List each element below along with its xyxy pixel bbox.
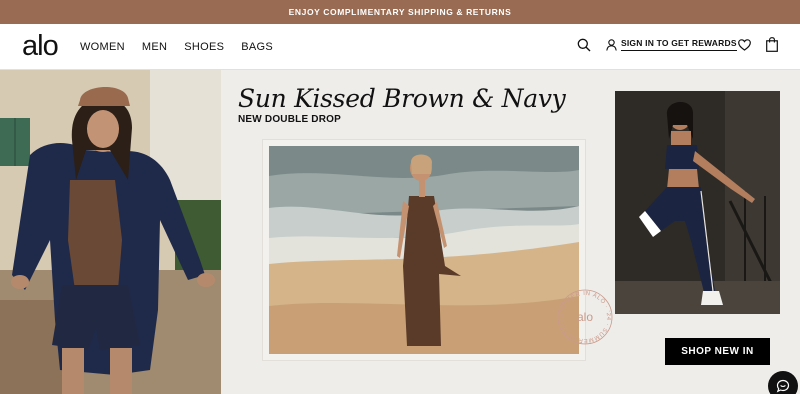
hero-photo-center[interactable] [263, 140, 585, 360]
brand-logo[interactable]: alo [22, 29, 59, 63]
beach-photo-frame [269, 146, 579, 354]
nav-item-bags[interactable]: BAGS [241, 41, 273, 53]
shop-new-in-button[interactable]: SHOP NEW IN [665, 338, 770, 365]
sign-in-label: SIGN IN TO GET REWARDS [621, 38, 737, 51]
search-icon[interactable] [577, 38, 591, 52]
summer-in-alo-stamp: SUMMER IN ALO · '24 · SUMMER IN ALO '24 … [556, 288, 613, 345]
model-navy-hoodie-image [0, 70, 221, 394]
stamp-logo: alo [577, 310, 593, 324]
hero-photo-right[interactable] [615, 91, 780, 314]
shopping-bag-icon[interactable] [766, 37, 778, 52]
user-icon [606, 38, 617, 51]
hero-headline: Sun Kissed Brown & Navy [238, 84, 566, 113]
promo-text: ENJOY COMPLIMENTARY SHIPPING & RETURNS [288, 7, 512, 17]
nav-item-women[interactable]: WOMEN [80, 41, 125, 53]
nav-item-men[interactable]: MEN [142, 41, 167, 53]
hero-photo-left[interactable] [0, 70, 221, 394]
hero-banner: Sun Kissed Brown & Navy NEW DOUBLE DROP [0, 70, 800, 394]
site-header: alo WOMEN MEN SHOES BAGS SIGN IN TO GET … [0, 24, 800, 70]
heart-icon[interactable] [738, 39, 751, 51]
chat-button[interactable] [768, 371, 798, 394]
model-navy-activewear-image [615, 91, 780, 314]
sign-in-link[interactable]: SIGN IN TO GET REWARDS [606, 38, 737, 51]
nav-item-shoes[interactable]: SHOES [184, 41, 224, 53]
main-nav: WOMEN MEN SHOES BAGS [80, 24, 273, 70]
hero-subhead: NEW DOUBLE DROP [238, 114, 341, 125]
beach-model-image [269, 146, 579, 354]
promo-banner[interactable]: ENJOY COMPLIMENTARY SHIPPING & RETURNS [0, 0, 800, 24]
chat-icon [776, 379, 790, 393]
